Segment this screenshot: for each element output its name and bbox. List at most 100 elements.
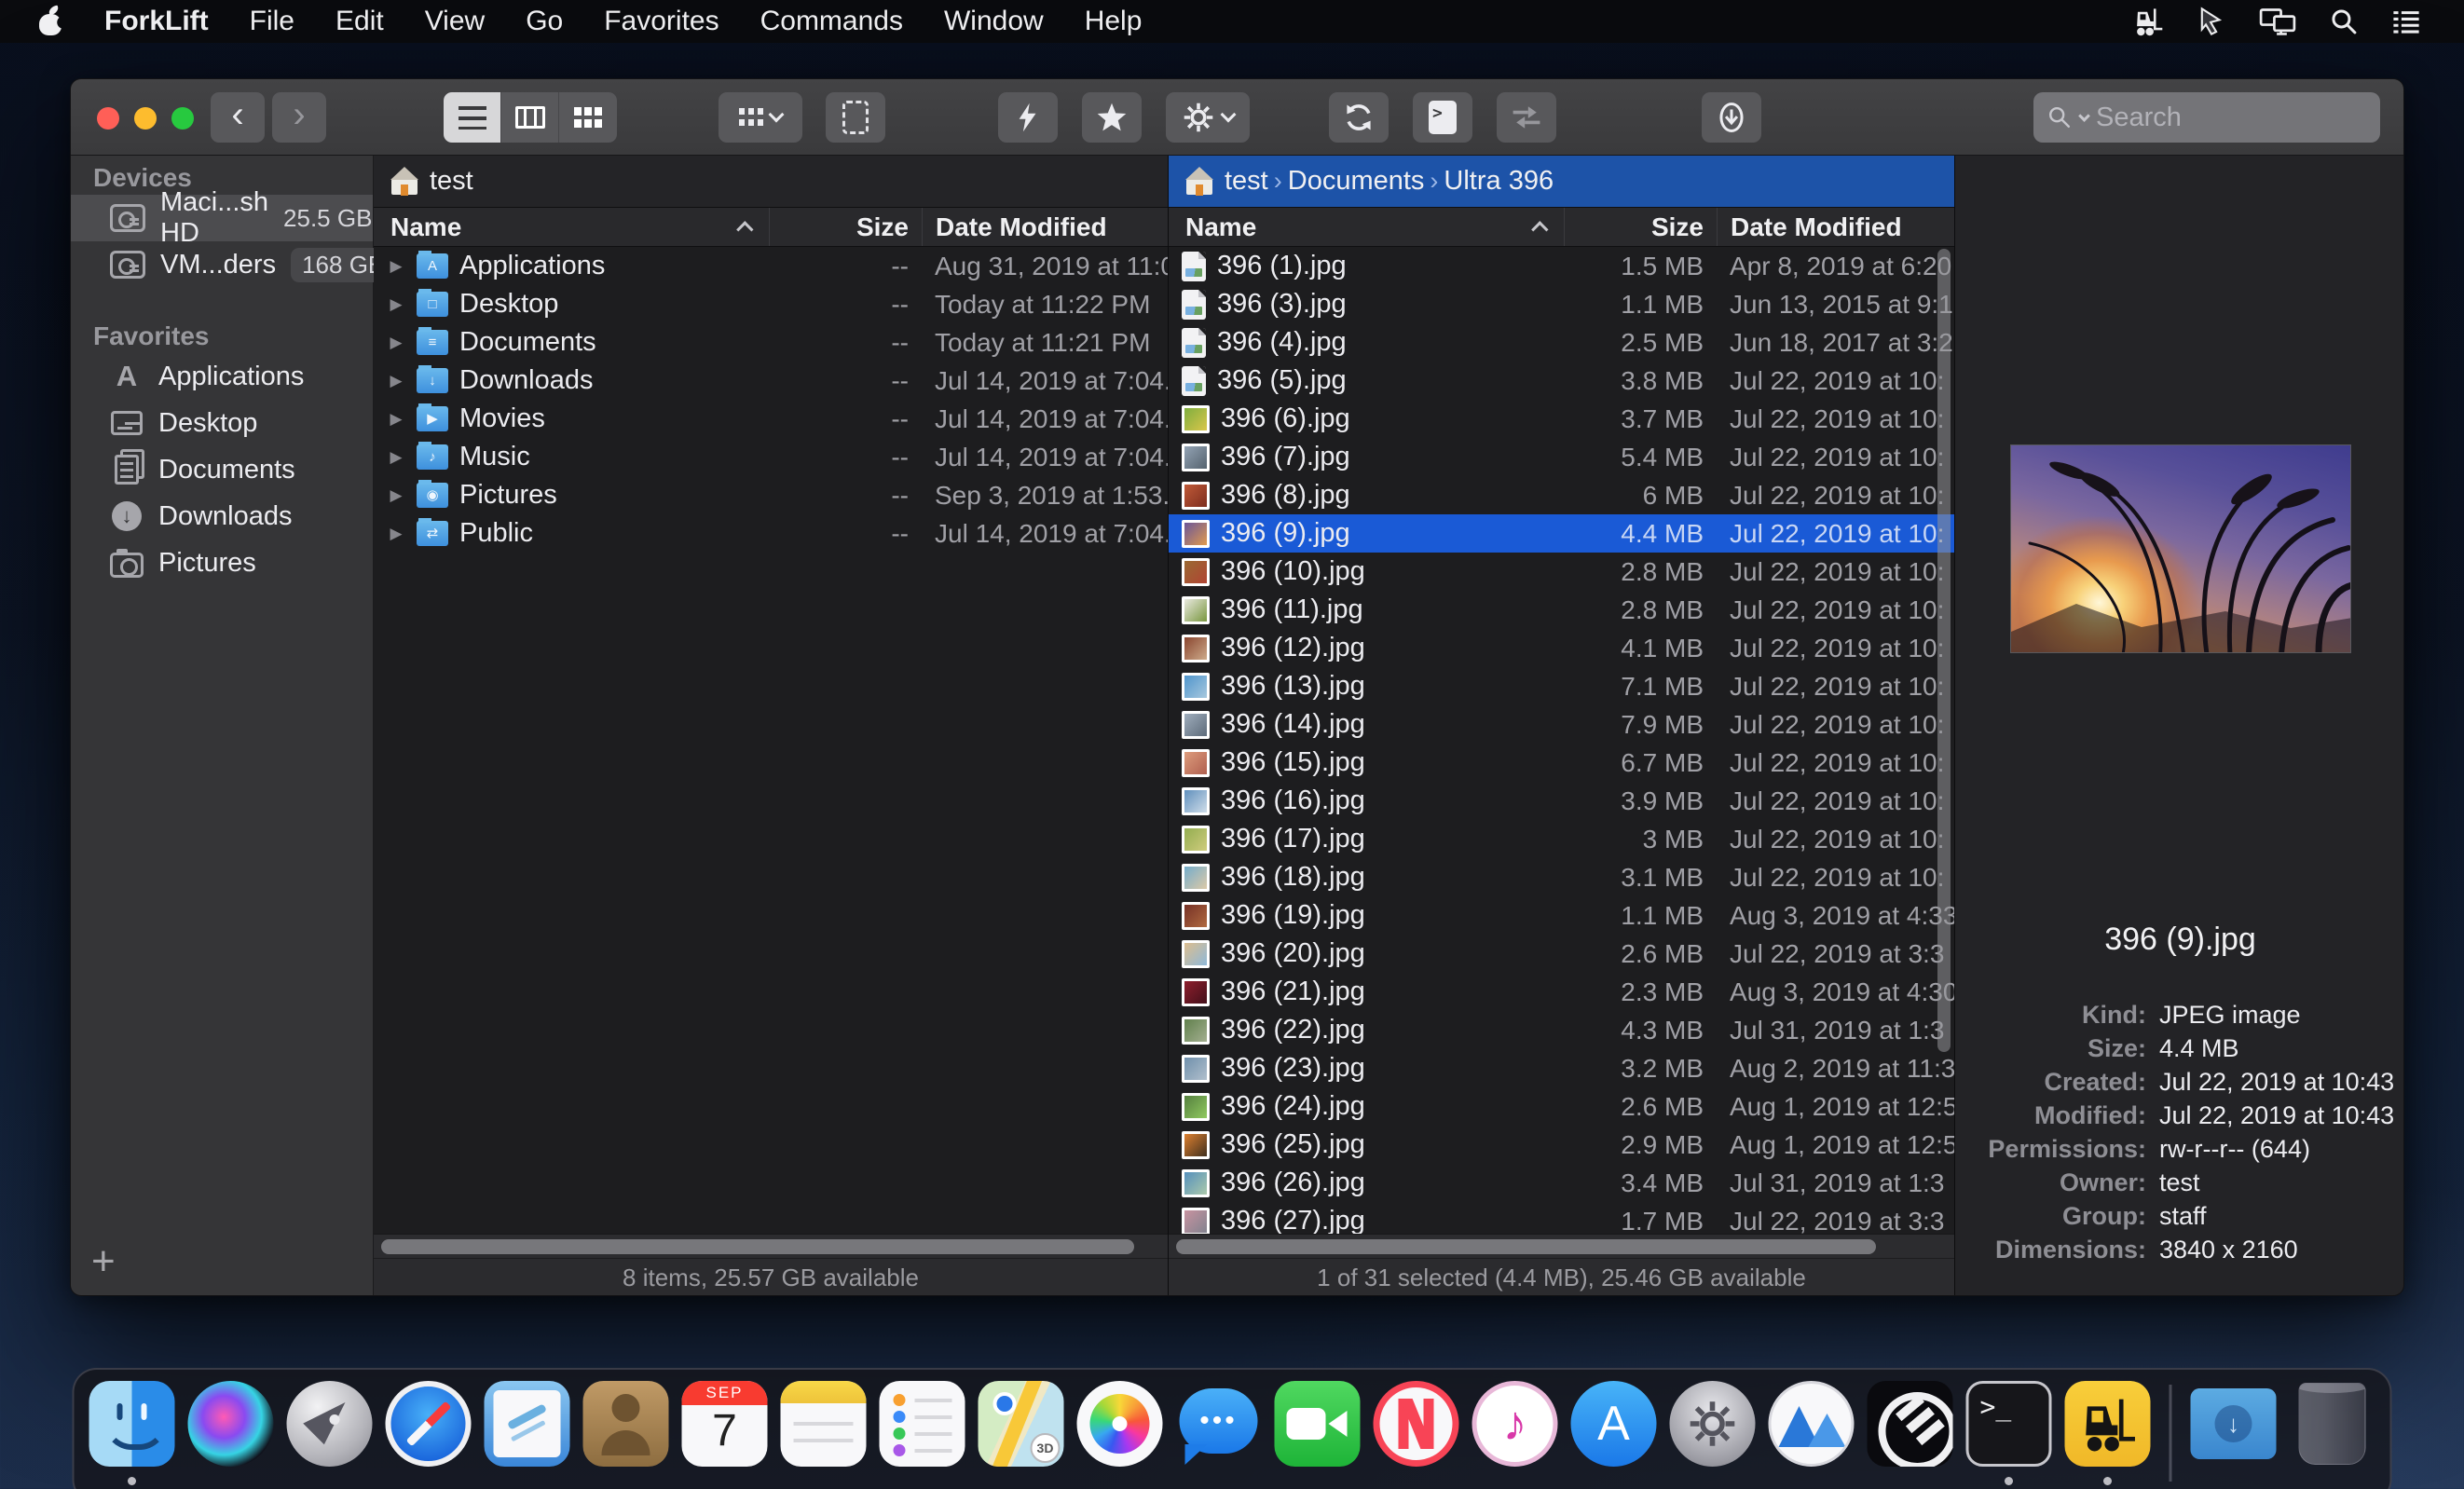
search-scope-chevron-icon[interactable] xyxy=(2078,110,2090,122)
dock-maps[interactable]: 3D xyxy=(979,1381,1064,1489)
disclosure-triangle-icon[interactable]: ▶ xyxy=(387,257,405,276)
file-row[interactable]: 396 (22).jpg4.3 MBJul 31, 2019 at 1:3 xyxy=(1169,1011,1954,1049)
dock-forklift[interactable] xyxy=(2065,1381,2151,1489)
dock-notes[interactable] xyxy=(781,1381,867,1489)
dock-finder[interactable] xyxy=(89,1381,175,1489)
forklift-menu-icon[interactable] xyxy=(2130,6,2166,37)
file-row[interactable]: 396 (1).jpg1.5 MBApr 8, 2019 at 6:20 xyxy=(1169,247,1954,285)
file-row[interactable]: 396 (26).jpg3.4 MBJul 31, 2019 at 1:3 xyxy=(1169,1164,1954,1202)
disclosure-triangle-icon[interactable]: ▶ xyxy=(387,295,405,314)
vertical-scrollbar-thumb[interactable] xyxy=(1937,249,1951,1052)
column-header-date[interactable]: Date Modified xyxy=(1717,208,1954,246)
dock-launchpad[interactable] xyxy=(287,1381,373,1489)
disclosure-triangle-icon[interactable]: ▶ xyxy=(387,372,405,390)
sidebar-item-desktop[interactable]: Desktop xyxy=(71,400,373,446)
file-row[interactable]: 396 (16).jpg3.9 MBJul 22, 2019 at 10: xyxy=(1169,782,1954,820)
file-row[interactable]: 396 (24).jpg2.6 MBAug 1, 2019 at 12:5 xyxy=(1169,1087,1954,1126)
menu-item-file[interactable]: File xyxy=(250,6,294,37)
file-row[interactable]: ▶↓Downloads--Jul 14, 2019 at 7:04... xyxy=(374,362,1168,400)
dock-contacts[interactable] xyxy=(583,1381,669,1489)
file-row[interactable]: 396 (9).jpg4.4 MBJul 22, 2019 at 10: xyxy=(1169,514,1954,553)
sidebar-item-applications[interactable]: AApplications xyxy=(71,353,373,400)
forward-button[interactable]: › xyxy=(272,92,326,143)
file-row[interactable]: 396 (25).jpg2.9 MBAug 1, 2019 at 12:5 xyxy=(1169,1126,1954,1164)
dock-siri[interactable] xyxy=(188,1381,274,1489)
download-button[interactable] xyxy=(1702,92,1761,143)
dock-itunes[interactable]: ♪ xyxy=(1472,1381,1558,1489)
menu-item-window[interactable]: Window xyxy=(944,6,1044,37)
path-segment-documents[interactable]: Documents xyxy=(1288,166,1425,197)
dock-bolt-app[interactable] xyxy=(1868,1381,1953,1489)
dock-photos[interactable] xyxy=(1077,1381,1163,1489)
menu-item-favorites[interactable]: Favorites xyxy=(604,6,719,37)
dock-safari[interactable] xyxy=(386,1381,472,1489)
file-row[interactable]: 396 (8).jpg6 MBJul 22, 2019 at 10: xyxy=(1169,476,1954,514)
scrollbar-thumb[interactable] xyxy=(381,1239,1134,1254)
menu-item-help[interactable]: Help xyxy=(1085,6,1143,37)
file-row[interactable]: 396 (18).jpg3.1 MBJul 22, 2019 at 10: xyxy=(1169,858,1954,896)
file-row[interactable]: 396 (3).jpg1.1 MBJun 13, 2015 at 9:1 xyxy=(1169,285,1954,323)
terminal-button[interactable]: > xyxy=(1413,92,1472,143)
file-row[interactable]: 396 (10).jpg2.8 MBJul 22, 2019 at 10: xyxy=(1169,553,1954,591)
disclosure-triangle-icon[interactable]: ▶ xyxy=(387,410,405,429)
dock-calendar[interactable]: SEP7 xyxy=(682,1381,768,1489)
close-button[interactable] xyxy=(97,107,119,130)
dock-news[interactable] xyxy=(1374,1381,1459,1489)
search-input[interactable] xyxy=(2096,102,2367,133)
left-path-bar[interactable]: test xyxy=(374,156,1168,208)
menu-item-commands[interactable]: Commands xyxy=(760,6,903,37)
file-row[interactable]: 396 (11).jpg2.8 MBJul 22, 2019 at 10: xyxy=(1169,591,1954,629)
file-row[interactable]: 396 (23).jpg3.2 MBAug 2, 2019 at 11:3 xyxy=(1169,1049,1954,1087)
spotlight-search-icon[interactable] xyxy=(2328,6,2360,37)
file-row[interactable]: 396 (6).jpg3.7 MBJul 22, 2019 at 10: xyxy=(1169,400,1954,438)
list-view-button[interactable] xyxy=(444,92,501,143)
sidebar-item-downloads[interactable]: ↓Downloads xyxy=(71,493,373,540)
column-view-button[interactable] xyxy=(501,92,559,143)
arrange-menu-button[interactable] xyxy=(719,92,802,143)
file-row[interactable]: 396 (17).jpg3 MBJul 22, 2019 at 10: xyxy=(1169,820,1954,858)
quick-actions-button[interactable] xyxy=(998,92,1058,143)
file-row[interactable]: 396 (21).jpg2.3 MBAug 3, 2019 at 4:30 xyxy=(1169,973,1954,1011)
file-row[interactable]: 396 (4).jpg2.5 MBJun 18, 2017 at 3:2 xyxy=(1169,323,1954,362)
scrollbar-thumb[interactable] xyxy=(1176,1239,1876,1254)
file-row[interactable]: ▶♪Music--Jul 14, 2019 at 7:04... xyxy=(374,438,1168,476)
dock-terminal[interactable]: >_ xyxy=(1966,1381,2052,1489)
add-favorite-button[interactable]: + xyxy=(91,1241,116,1282)
file-row[interactable]: 396 (19).jpg1.1 MBAug 3, 2019 at 4:33 xyxy=(1169,896,1954,935)
file-row[interactable]: 396 (15).jpg6.7 MBJul 22, 2019 at 10: xyxy=(1169,744,1954,782)
path-segment-test[interactable]: test xyxy=(1225,166,1268,197)
menu-item-edit[interactable]: Edit xyxy=(335,6,384,37)
menu-list-icon[interactable] xyxy=(2389,6,2423,37)
column-header-name[interactable]: Name xyxy=(1169,208,1564,246)
dock-messages[interactable]: ••• xyxy=(1176,1381,1262,1489)
column-header-size[interactable]: Size xyxy=(1564,208,1717,246)
path-segment-ultra-396[interactable]: Ultra 396 xyxy=(1444,166,1554,197)
sync-button[interactable] xyxy=(1329,92,1389,143)
file-row[interactable]: ▶≡Documents--Today at 11:21 PM xyxy=(374,323,1168,362)
path-segment[interactable]: test xyxy=(430,166,473,197)
file-row[interactable]: 396 (5).jpg3.8 MBJul 22, 2019 at 10: xyxy=(1169,362,1954,400)
disclosure-triangle-icon[interactable]: ▶ xyxy=(387,448,405,467)
apple-menu-icon[interactable] xyxy=(39,7,62,35)
file-row[interactable]: 396 (12).jpg4.1 MBJul 22, 2019 at 10: xyxy=(1169,629,1954,667)
column-header-date[interactable]: Date Modified xyxy=(922,208,1168,246)
file-row[interactable]: ▶⇄Public--Jul 14, 2019 at 7:04... xyxy=(374,514,1168,553)
sidebar-item-documents[interactable]: Documents xyxy=(71,446,373,493)
icon-view-button[interactable] xyxy=(559,92,617,143)
favorites-star-button[interactable] xyxy=(1082,92,1142,143)
file-row[interactable]: ▶▶Movies--Jul 14, 2019 at 7:04... xyxy=(374,400,1168,438)
app-menu-forklift[interactable]: ForkLift xyxy=(104,6,209,37)
minimize-button[interactable] xyxy=(134,107,157,130)
displays-menu-icon[interactable] xyxy=(2257,6,2298,37)
dock-trash[interactable] xyxy=(2290,1381,2375,1489)
dock-facetime[interactable] xyxy=(1275,1381,1361,1489)
file-row[interactable]: ▶AApplications--Aug 31, 2019 at 11:0... xyxy=(374,247,1168,285)
dock-system-preferences[interactable] xyxy=(1670,1381,1756,1489)
menu-item-view[interactable]: View xyxy=(425,6,485,37)
file-row[interactable]: 396 (27).jpg1.7 MBJul 22, 2019 at 3:3 xyxy=(1169,1202,1954,1234)
sidebar-item-vm-ders[interactable]: VM...ders168 GB xyxy=(71,241,373,288)
transfer-button[interactable] xyxy=(1497,92,1556,143)
disclosure-triangle-icon[interactable]: ▶ xyxy=(387,525,405,543)
dock-app-store[interactable]: A xyxy=(1571,1381,1657,1489)
file-row[interactable]: 396 (20).jpg2.6 MBJul 22, 2019 at 3:3 xyxy=(1169,935,1954,973)
